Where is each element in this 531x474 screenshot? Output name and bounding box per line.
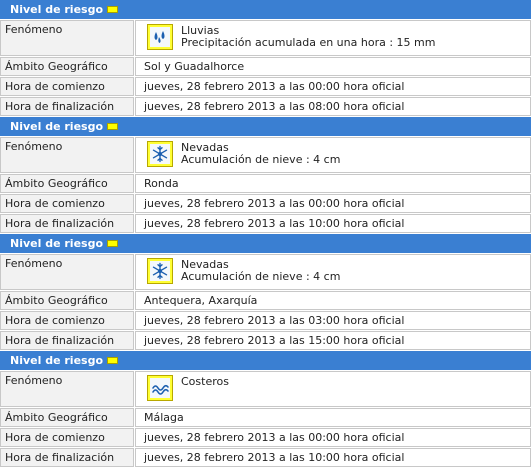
phenomenon-value: Costeros — [135, 371, 531, 407]
end-time-row: Hora de finalización jueves, 28 febrero 2… — [0, 448, 531, 467]
end-time-label: Hora de finalización — [0, 97, 134, 116]
end-time-label: Hora de finalización — [0, 331, 134, 350]
area-value: Málaga — [135, 408, 531, 427]
warning-block: Nivel de riesgo Fenómeno Lluvias Precipitac… — [0, 0, 531, 116]
start-time-value: jueves, 28 febrero 2013 a las 03:00 hora… — [135, 311, 531, 330]
phenomenon-value: Nevadas Acumulación de nieve : 4 cm — [135, 254, 531, 290]
phenomenon-label: Fenómeno — [0, 137, 134, 173]
phenomenon-detail: Acumulación de nieve : 4 cm — [181, 153, 341, 166]
start-time-label: Hora de comienzo — [0, 428, 134, 447]
area-row: Ámbito Geográfico Antequera, Axarquía — [0, 291, 531, 310]
warnings-list: Nivel de riesgo Fenómeno Lluvias Precipitac… — [0, 0, 531, 467]
start-time-row: Hora de comienzo jueves, 28 febrero 2013 … — [0, 428, 531, 447]
risk-level-header: Nivel de riesgo — [0, 0, 531, 19]
start-time-row: Hora de comienzo jueves, 28 febrero 2013 … — [0, 77, 531, 96]
start-time-row: Hora de comienzo jueves, 28 febrero 2013 … — [0, 194, 531, 213]
end-time-label: Hora de finalización — [0, 214, 134, 233]
end-time-row: Hora de finalización jueves, 28 febrero 2… — [0, 331, 531, 350]
warning-block: Nivel de riesgo Fenómeno Costeros Ámbito Ge… — [0, 351, 531, 467]
end-time-label: Hora de finalización — [0, 448, 134, 467]
phenomenon-row: Fenómeno Nevadas Acumulación de nieve : 4 … — [0, 254, 531, 290]
area-value: Sol y Guadalhorce — [135, 57, 531, 76]
area-value: Antequera, Axarquía — [135, 291, 531, 310]
area-row: Ámbito Geográfico Ronda — [0, 174, 531, 193]
start-time-label: Hora de comienzo — [0, 77, 134, 96]
phenomenon-label: Fenómeno — [0, 254, 134, 290]
phenomenon-label: Fenómeno — [0, 371, 134, 407]
risk-level-header: Nivel de riesgo — [0, 117, 531, 136]
risk-level-label: Nivel de riesgo — [10, 354, 104, 367]
end-time-value: jueves, 28 febrero 2013 a las 10:00 hora… — [135, 214, 531, 233]
risk-level-label: Nivel de riesgo — [10, 3, 104, 16]
area-label: Ámbito Geográfico — [0, 174, 134, 193]
risk-level-yellow-indicator — [107, 123, 119, 130]
start-time-value: jueves, 28 febrero 2013 a las 00:00 hora… — [135, 194, 531, 213]
start-time-row: Hora de comienzo jueves, 28 febrero 2013 … — [0, 311, 531, 330]
risk-level-header: Nivel de riesgo — [0, 351, 531, 370]
risk-level-yellow-indicator — [107, 357, 119, 364]
risk-level-label: Nivel de riesgo — [10, 120, 104, 133]
phenomenon-row: Fenómeno Costeros — [0, 371, 531, 407]
end-time-row: Hora de finalización jueves, 28 febrero 2… — [0, 97, 531, 116]
area-label: Ámbito Geográfico — [0, 408, 134, 427]
phenomenon-value: Lluvias Precipitación acumulada en una ho… — [135, 20, 531, 56]
phenomenon-name: Costeros — [181, 375, 229, 388]
end-time-value: jueves, 28 febrero 2013 a las 08:00 hora… — [135, 97, 531, 116]
rain-icon — [147, 24, 173, 50]
risk-level-header: Nivel de riesgo — [0, 234, 531, 253]
area-value: Ronda — [135, 174, 531, 193]
risk-level-label: Nivel de riesgo — [10, 237, 104, 250]
phenomenon-detail: Acumulación de nieve : 4 cm — [181, 270, 341, 283]
area-label: Ámbito Geográfico — [0, 291, 134, 310]
end-time-value: jueves, 28 febrero 2013 a las 10:00 hora… — [135, 448, 531, 467]
phenomenon-label: Fenómeno — [0, 20, 134, 56]
area-label: Ámbito Geográfico — [0, 57, 134, 76]
risk-level-yellow-indicator — [107, 240, 119, 247]
risk-level-yellow-indicator — [107, 6, 119, 13]
warning-block: Nivel de riesgo Fenómeno Nevadas Acumulació… — [0, 234, 531, 350]
warning-block: Nivel de riesgo Fenómeno Nevadas Acumulació… — [0, 117, 531, 233]
snowflake-icon — [147, 258, 173, 284]
end-time-value: jueves, 28 febrero 2013 a las 15:00 hora… — [135, 331, 531, 350]
phenomenon-row: Fenómeno Lluvias Precipitación acumulada e… — [0, 20, 531, 56]
phenomenon-row: Fenómeno Nevadas Acumulación de nieve : 4 … — [0, 137, 531, 173]
snowflake-icon — [147, 141, 173, 167]
coastal-waves-icon — [147, 375, 173, 401]
area-row: Ámbito Geográfico Sol y Guadalhorce — [0, 57, 531, 76]
start-time-label: Hora de comienzo — [0, 194, 134, 213]
start-time-value: jueves, 28 febrero 2013 a las 00:00 hora… — [135, 428, 531, 447]
start-time-label: Hora de comienzo — [0, 311, 134, 330]
phenomenon-value: Nevadas Acumulación de nieve : 4 cm — [135, 137, 531, 173]
start-time-value: jueves, 28 febrero 2013 a las 00:00 hora… — [135, 77, 531, 96]
end-time-row: Hora de finalización jueves, 28 febrero 2… — [0, 214, 531, 233]
area-row: Ámbito Geográfico Málaga — [0, 408, 531, 427]
phenomenon-detail: Precipitación acumulada en una hora : 15… — [181, 36, 436, 49]
